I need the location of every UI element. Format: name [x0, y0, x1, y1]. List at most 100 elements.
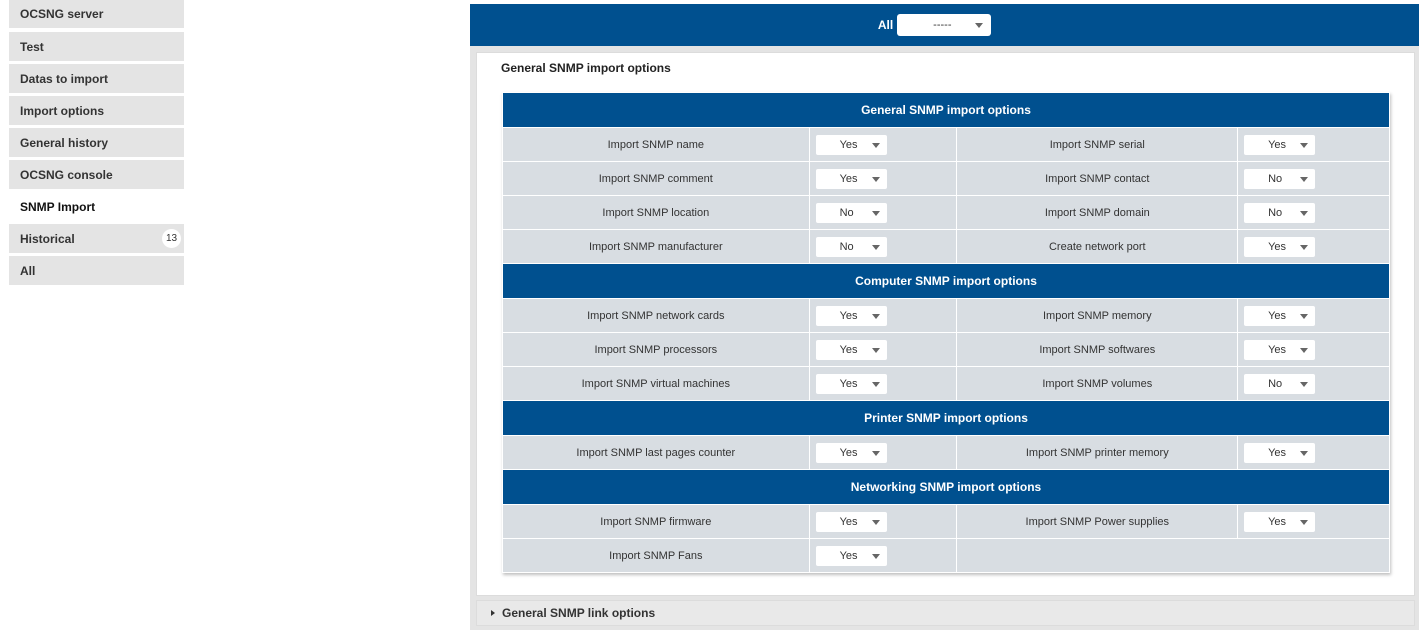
yes-no-select[interactable]: No — [1244, 373, 1316, 394]
yes-no-select[interactable]: Yes — [815, 442, 887, 463]
option-row: Import SNMP comment Yes Import SNMP contac… — [502, 161, 1390, 196]
option-label: Import SNMP network cards — [502, 298, 810, 333]
option-row: Import SNMP location No Import SNMP domain… — [502, 195, 1390, 230]
chevron-down-icon — [871, 142, 880, 148]
select-value: No — [1268, 172, 1283, 185]
chevron-down-icon — [1300, 450, 1309, 456]
yes-no-select[interactable]: Yes — [815, 134, 887, 155]
option-label: Import SNMP printer memory — [956, 435, 1239, 470]
yes-no-select[interactable]: No — [1244, 168, 1316, 189]
select-value: Yes — [1268, 240, 1287, 253]
yes-no-select[interactable]: Yes — [815, 339, 887, 360]
chevron-down-icon — [1300, 381, 1309, 387]
sidebar-item-general-history[interactable]: General history — [9, 128, 184, 157]
select-value: No — [1268, 377, 1283, 390]
section-title: General SNMP import options — [502, 92, 1390, 128]
option-row: Import SNMP Fans Yes — [502, 538, 1390, 573]
section-title: Networking SNMP import options — [502, 469, 1390, 505]
yes-no-select[interactable]: Yes — [1244, 305, 1316, 326]
sidebar-item-label: SNMP Import — [20, 199, 96, 214]
option-row: Import SNMP manufacturer No Create network… — [502, 229, 1390, 264]
option-row: Import SNMP name Yes Import SNMP serial Yes — [502, 127, 1390, 162]
option-label: Import SNMP last pages counter — [502, 435, 810, 470]
select-value: Yes — [1268, 138, 1287, 151]
select-value: Yes — [1268, 343, 1287, 356]
chevron-down-icon — [871, 313, 880, 319]
top-filter-bar: All ----- — [470, 4, 1419, 46]
sidebar-item-label: Datas to import — [20, 71, 109, 86]
select-value: No — [839, 240, 854, 253]
select-value: Yes — [839, 549, 858, 562]
sidebar-item-all[interactable]: All — [9, 256, 184, 285]
sidebar-item-datas-to-import[interactable]: Datas to import — [9, 64, 184, 93]
option-row: Import SNMP network cards Yes Import SNMP … — [502, 298, 1390, 333]
select-value: No — [839, 206, 854, 219]
link-options-label: General SNMP link options — [502, 606, 656, 620]
yes-no-select[interactable]: Yes — [815, 545, 887, 566]
sidebar-item-ocsng-console[interactable]: OCSNG console — [9, 160, 184, 189]
option-label: Import SNMP processors — [502, 332, 810, 367]
option-row: Import SNMP processors Yes Import SNMP sof… — [502, 332, 1390, 367]
section-title: Printer SNMP import options — [502, 400, 1390, 436]
yes-no-select[interactable]: Yes — [1244, 236, 1316, 257]
chevron-down-icon — [871, 210, 880, 216]
chevron-down-icon — [975, 23, 984, 28]
select-value: Yes — [839, 172, 858, 185]
sidebar-item-historical[interactable]: Historical 13 — [9, 224, 184, 253]
chevron-down-icon — [1300, 244, 1309, 250]
chevron-down-icon — [871, 553, 880, 559]
select-value: Yes — [839, 343, 858, 356]
chevron-down-icon — [871, 519, 880, 525]
sidebar-item-ocsng-server[interactable]: OCSNG server — [9, 0, 184, 28]
option-row: Import SNMP virtual machines Yes Import SN… — [502, 366, 1390, 401]
option-label: Import SNMP Power supplies — [956, 504, 1239, 539]
select-value: Yes — [839, 309, 858, 322]
chevron-down-icon — [1300, 142, 1309, 148]
chevron-down-icon — [871, 381, 880, 387]
all-label: All — [877, 18, 894, 32]
yes-no-select[interactable]: Yes — [815, 373, 887, 394]
option-label: Import SNMP location — [502, 195, 810, 230]
entity-select[interactable]: ----- — [897, 14, 992, 36]
select-value: Yes — [1268, 515, 1287, 528]
yes-no-select[interactable]: No — [815, 202, 887, 223]
select-value: Yes — [839, 377, 858, 390]
chevron-down-icon — [1300, 176, 1309, 182]
yes-no-select[interactable]: No — [815, 236, 887, 257]
chevron-down-icon — [871, 450, 880, 456]
option-label: Import SNMP comment — [502, 161, 810, 196]
option-label: Import SNMP softwares — [956, 332, 1239, 367]
chevron-down-icon — [871, 176, 880, 182]
section-header: Printer SNMP import options — [502, 400, 1390, 436]
option-label — [956, 538, 1390, 573]
sidebar-item-label: General history — [20, 135, 109, 150]
sidebar-item-label: Import options — [20, 103, 104, 118]
yes-no-select[interactable]: Yes — [1244, 134, 1316, 155]
sidebar: OCSNG server Test Datas to import Import op… — [9, 0, 184, 288]
select-value: Yes — [839, 515, 858, 528]
entity-select-value: ----- — [933, 19, 952, 31]
select-value: Yes — [1268, 446, 1287, 459]
select-value: Yes — [839, 446, 858, 459]
yes-no-select[interactable]: Yes — [1244, 339, 1316, 360]
sidebar-item-label: Test — [20, 39, 44, 54]
sidebar-item-test[interactable]: Test — [9, 32, 184, 61]
yes-no-select[interactable]: Yes — [815, 168, 887, 189]
chevron-down-icon — [1300, 347, 1309, 353]
sidebar-item-import-options[interactable]: Import options — [9, 96, 184, 125]
select-value: No — [1268, 206, 1283, 219]
chevron-down-icon — [871, 347, 880, 353]
yes-no-select[interactable]: No — [1244, 202, 1316, 223]
yes-no-select[interactable]: Yes — [815, 511, 887, 532]
yes-no-select[interactable]: Yes — [815, 305, 887, 326]
sidebar-item-label: All — [20, 263, 36, 278]
yes-no-select[interactable]: Yes — [1244, 511, 1316, 532]
option-label: Import SNMP contact — [956, 161, 1239, 196]
sidebar-item-snmp-import[interactable]: SNMP Import — [9, 192, 184, 221]
chevron-down-icon — [871, 244, 880, 250]
option-label: Import SNMP serial — [956, 127, 1239, 162]
yes-no-select[interactable]: Yes — [1244, 442, 1316, 463]
sidebar-item-label: OCSNG server — [20, 7, 104, 21]
link-options-toggle[interactable]: General SNMP link options — [476, 600, 1415, 626]
option-label: Import SNMP Fans — [502, 538, 810, 573]
